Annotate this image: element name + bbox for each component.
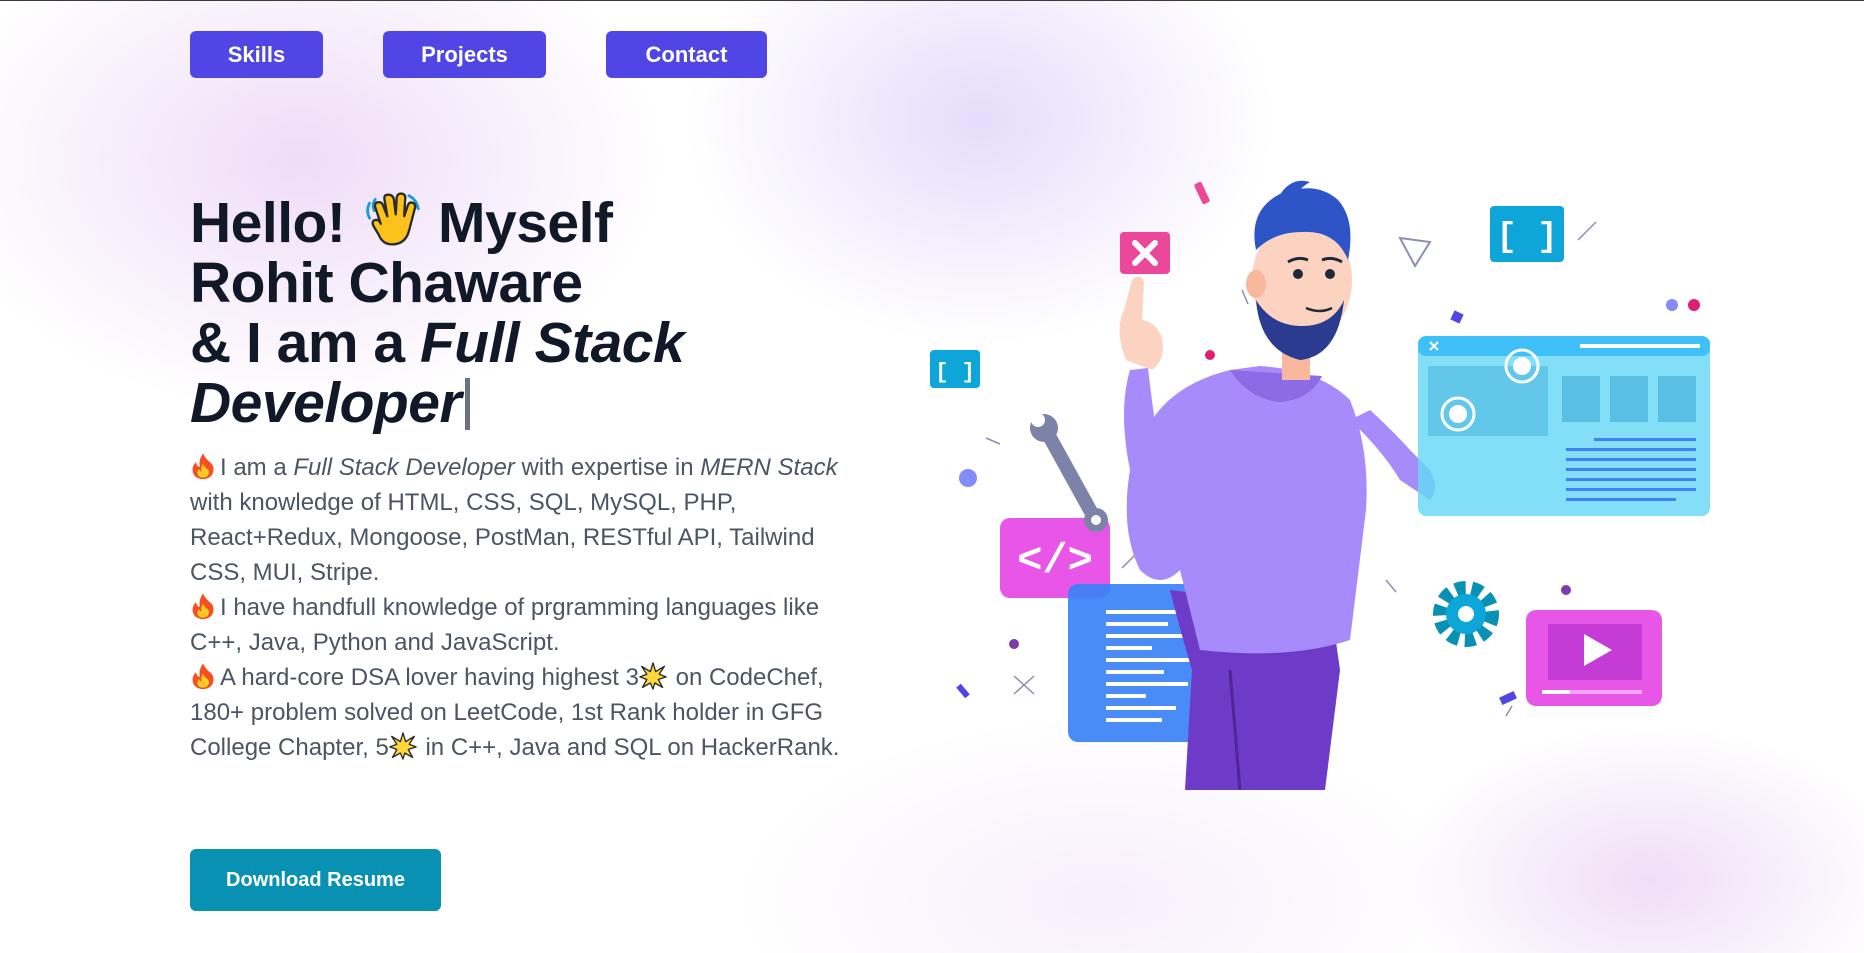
bracket-box-icon: [ ]: [930, 350, 980, 388]
fire-icon: [192, 453, 214, 480]
download-resume-button[interactable]: Download Resume: [190, 849, 441, 911]
hero-role-prefix: & I am a: [190, 311, 420, 375]
star-icon: [389, 732, 417, 760]
fire-icon: [192, 663, 214, 690]
top-border: [0, 0, 1864, 1]
svg-text:[ ]: [ ]: [1496, 219, 1557, 257]
bracket-box-icon: [ ]: [1490, 206, 1564, 262]
decor-dot: [1666, 299, 1678, 311]
hero-myself: Myself: [438, 191, 613, 255]
developer-illustration: [ ] [ ] </>: [930, 180, 1710, 790]
svg-text:</>: </>: [1017, 537, 1093, 585]
bio-paragraph-1: I am a Full Stack Developer with experti…: [190, 450, 840, 590]
hero-title: Hello! Myself Rohit Chaware & I am a Ful…: [190, 190, 830, 433]
fire-icon: [192, 593, 214, 620]
svg-text:[ ]: [ ]: [935, 360, 975, 385]
video-play-icon: [1526, 610, 1662, 706]
bio-1-text-a: I am a: [220, 454, 294, 481]
browser-panel: [1418, 336, 1710, 516]
bio-1-text-c: with knowledge of HTML, CSS, SQL, MySQL,…: [190, 489, 815, 586]
hero-name: Rohit Chaware: [190, 251, 583, 315]
skills-button[interactable]: Skills: [190, 31, 323, 78]
bio-2-text: I have handfull knowledge of prgramming …: [190, 594, 820, 656]
decor-dash: [1194, 181, 1210, 205]
gear-icon: [1433, 581, 1499, 647]
close-badge-icon: [1120, 232, 1170, 274]
waving-hand-icon: [365, 192, 420, 246]
bio-paragraph-2: I have handfull knowledge of prgramming …: [190, 590, 840, 660]
projects-button[interactable]: Projects: [383, 31, 546, 78]
bio-1-em-a: Full Stack Developer: [293, 454, 515, 481]
bio-3-text-a: A hard-core DSA lover having highest 3: [220, 664, 639, 691]
star-icon: [639, 662, 667, 690]
bio-3-text-c: in C++, Java and SQL on HackerRank.: [418, 734, 840, 761]
decor-triangle: [1398, 236, 1432, 268]
wrench-icon: [1030, 413, 1108, 532]
bio-1-text-b: with expertise in: [514, 454, 701, 481]
decor-dot: [1688, 299, 1700, 311]
bio-1-em-b: MERN Stack: [700, 454, 838, 481]
bio-section: I am a Full Stack Developer with experti…: [190, 450, 840, 765]
contact-button[interactable]: Contact: [606, 31, 767, 78]
portfolio-page: Skills Projects Contact Hello! Myself Ro…: [0, 0, 1864, 953]
typing-cursor: [465, 378, 471, 430]
hero-greeting: Hello!: [190, 191, 346, 255]
bio-paragraph-3: A hard-core DSA lover having highest 3 o…: [190, 660, 840, 765]
